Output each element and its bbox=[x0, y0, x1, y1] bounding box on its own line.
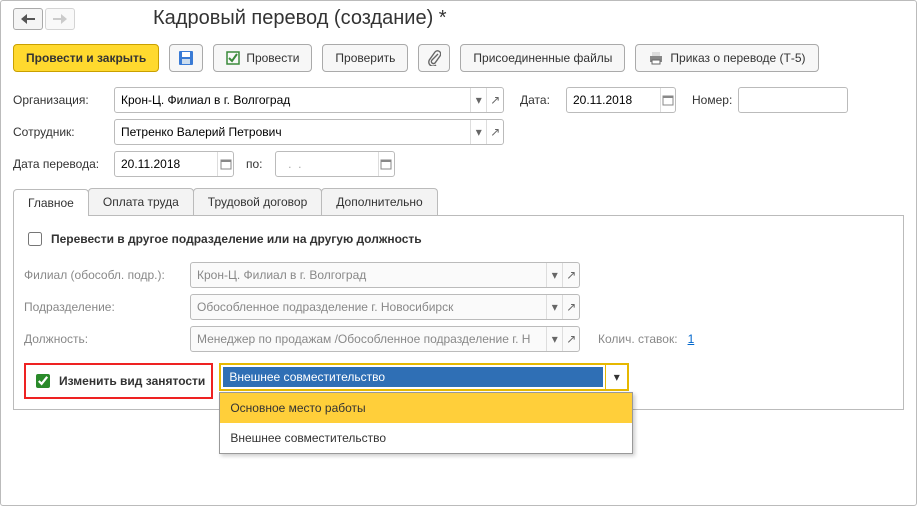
rates-link[interactable]: 1 bbox=[688, 332, 695, 346]
calendar-icon[interactable] bbox=[217, 152, 233, 176]
emp-type-option[interactable]: Внешнее совместительство bbox=[220, 423, 632, 453]
attached-files-button[interactable]: Присоединенные файлы bbox=[460, 44, 625, 72]
open-ref-icon[interactable]: ↗ bbox=[486, 120, 503, 144]
branch-input bbox=[191, 263, 546, 287]
open-ref-icon[interactable]: ↗ bbox=[486, 88, 503, 112]
transfer-other-checkbox[interactable] bbox=[28, 232, 42, 246]
dropdown-icon: ▾ bbox=[546, 295, 563, 319]
highlight-emp-type: Изменить вид занятости bbox=[24, 363, 213, 399]
tab-pane-main: Перевести в другое подразделение или на … bbox=[13, 216, 904, 410]
nav-forward-button[interactable] bbox=[45, 8, 75, 30]
open-ref-icon: ↗ bbox=[562, 295, 579, 319]
rates-label: Колич. ставок: bbox=[598, 332, 678, 346]
save-button[interactable] bbox=[169, 44, 203, 72]
org-label: Организация: bbox=[13, 93, 108, 107]
branch-field: ▾ ↗ bbox=[190, 262, 580, 288]
to-label: по: bbox=[246, 157, 263, 171]
transfer-other-label: Перевести в другое подразделение или на … bbox=[51, 232, 422, 246]
dept-input bbox=[191, 295, 546, 319]
print-order-button[interactable]: Приказ о переводе (Т-5) bbox=[635, 44, 818, 72]
calendar-icon[interactable] bbox=[378, 152, 394, 176]
date-label: Дата: bbox=[520, 93, 560, 107]
org-field[interactable]: ▾ ↗ bbox=[114, 87, 504, 113]
arrow-right-icon bbox=[53, 14, 67, 24]
post-button-label: Провести bbox=[246, 51, 299, 65]
employee-field[interactable]: ▾ ↗ bbox=[114, 119, 504, 145]
dropdown-icon: ▾ bbox=[546, 327, 563, 351]
post-and-close-button[interactable]: Провести и закрыть bbox=[13, 44, 159, 72]
date-input[interactable] bbox=[567, 88, 660, 112]
check-button[interactable]: Проверить bbox=[322, 44, 408, 72]
dropdown-icon[interactable]: ▾ bbox=[470, 120, 487, 144]
change-emp-type-label: Изменить вид занятости bbox=[59, 374, 205, 388]
to-date-input[interactable] bbox=[276, 152, 378, 176]
position-field: ▾ ↗ bbox=[190, 326, 580, 352]
open-ref-icon: ↗ bbox=[562, 263, 579, 287]
number-field[interactable] bbox=[738, 87, 848, 113]
transfer-date-label: Дата перевода: bbox=[13, 157, 108, 171]
toolbar: Провести и закрыть Провести Проверить Пр… bbox=[5, 40, 912, 84]
tab-pay[interactable]: Оплата труда bbox=[88, 188, 194, 215]
dept-field: ▾ ↗ bbox=[190, 294, 580, 320]
change-emp-type-checkbox[interactable] bbox=[36, 374, 50, 388]
nav-back-button[interactable] bbox=[13, 8, 43, 30]
calendar-icon[interactable] bbox=[660, 88, 675, 112]
diskette-icon bbox=[178, 50, 194, 66]
branch-label: Филиал (обособл. подр.): bbox=[24, 268, 184, 282]
employee-label: Сотрудник: bbox=[13, 125, 108, 139]
chevron-down-icon[interactable]: ▾ bbox=[605, 365, 627, 389]
emp-type-dropdown: Основное место работы Внешнее совместите… bbox=[219, 392, 633, 454]
tabs: Главное Оплата труда Трудовой договор До… bbox=[13, 188, 904, 216]
dropdown-icon: ▾ bbox=[546, 263, 563, 287]
print-order-label: Приказ о переводе (Т-5) bbox=[670, 51, 805, 65]
arrow-left-icon bbox=[21, 14, 35, 24]
tab-main[interactable]: Главное bbox=[13, 189, 89, 216]
number-input[interactable] bbox=[739, 88, 847, 112]
position-input bbox=[191, 327, 546, 351]
paperclip-icon bbox=[427, 50, 441, 66]
number-label: Номер: bbox=[692, 93, 732, 107]
transfer-date-field[interactable] bbox=[114, 151, 234, 177]
page-title: Кадровый перевод (создание) * bbox=[153, 7, 447, 30]
tab-contract[interactable]: Трудовой договор bbox=[193, 188, 322, 215]
printer-icon bbox=[648, 51, 664, 65]
transfer-date-input[interactable] bbox=[115, 152, 217, 176]
tab-extra[interactable]: Дополнительно bbox=[321, 188, 437, 215]
emp-type-combo[interactable]: Внешнее совместительство ▾ Основное мест… bbox=[219, 363, 629, 391]
post-icon bbox=[226, 51, 240, 65]
emp-type-option[interactable]: Основное место работы bbox=[220, 393, 632, 423]
dept-label: Подразделение: bbox=[24, 300, 184, 314]
position-label: Должность: bbox=[24, 332, 184, 346]
open-ref-icon: ↗ bbox=[562, 327, 579, 351]
post-button[interactable]: Провести bbox=[213, 44, 312, 72]
to-date-field[interactable] bbox=[275, 151, 395, 177]
title-row: Кадровый перевод (создание) * bbox=[5, 3, 912, 40]
attach-button[interactable] bbox=[418, 44, 450, 72]
emp-type-value: Внешнее совместительство bbox=[223, 367, 603, 387]
employee-input[interactable] bbox=[115, 120, 470, 144]
dropdown-icon[interactable]: ▾ bbox=[470, 88, 487, 112]
org-input[interactable] bbox=[115, 88, 470, 112]
date-field[interactable] bbox=[566, 87, 676, 113]
